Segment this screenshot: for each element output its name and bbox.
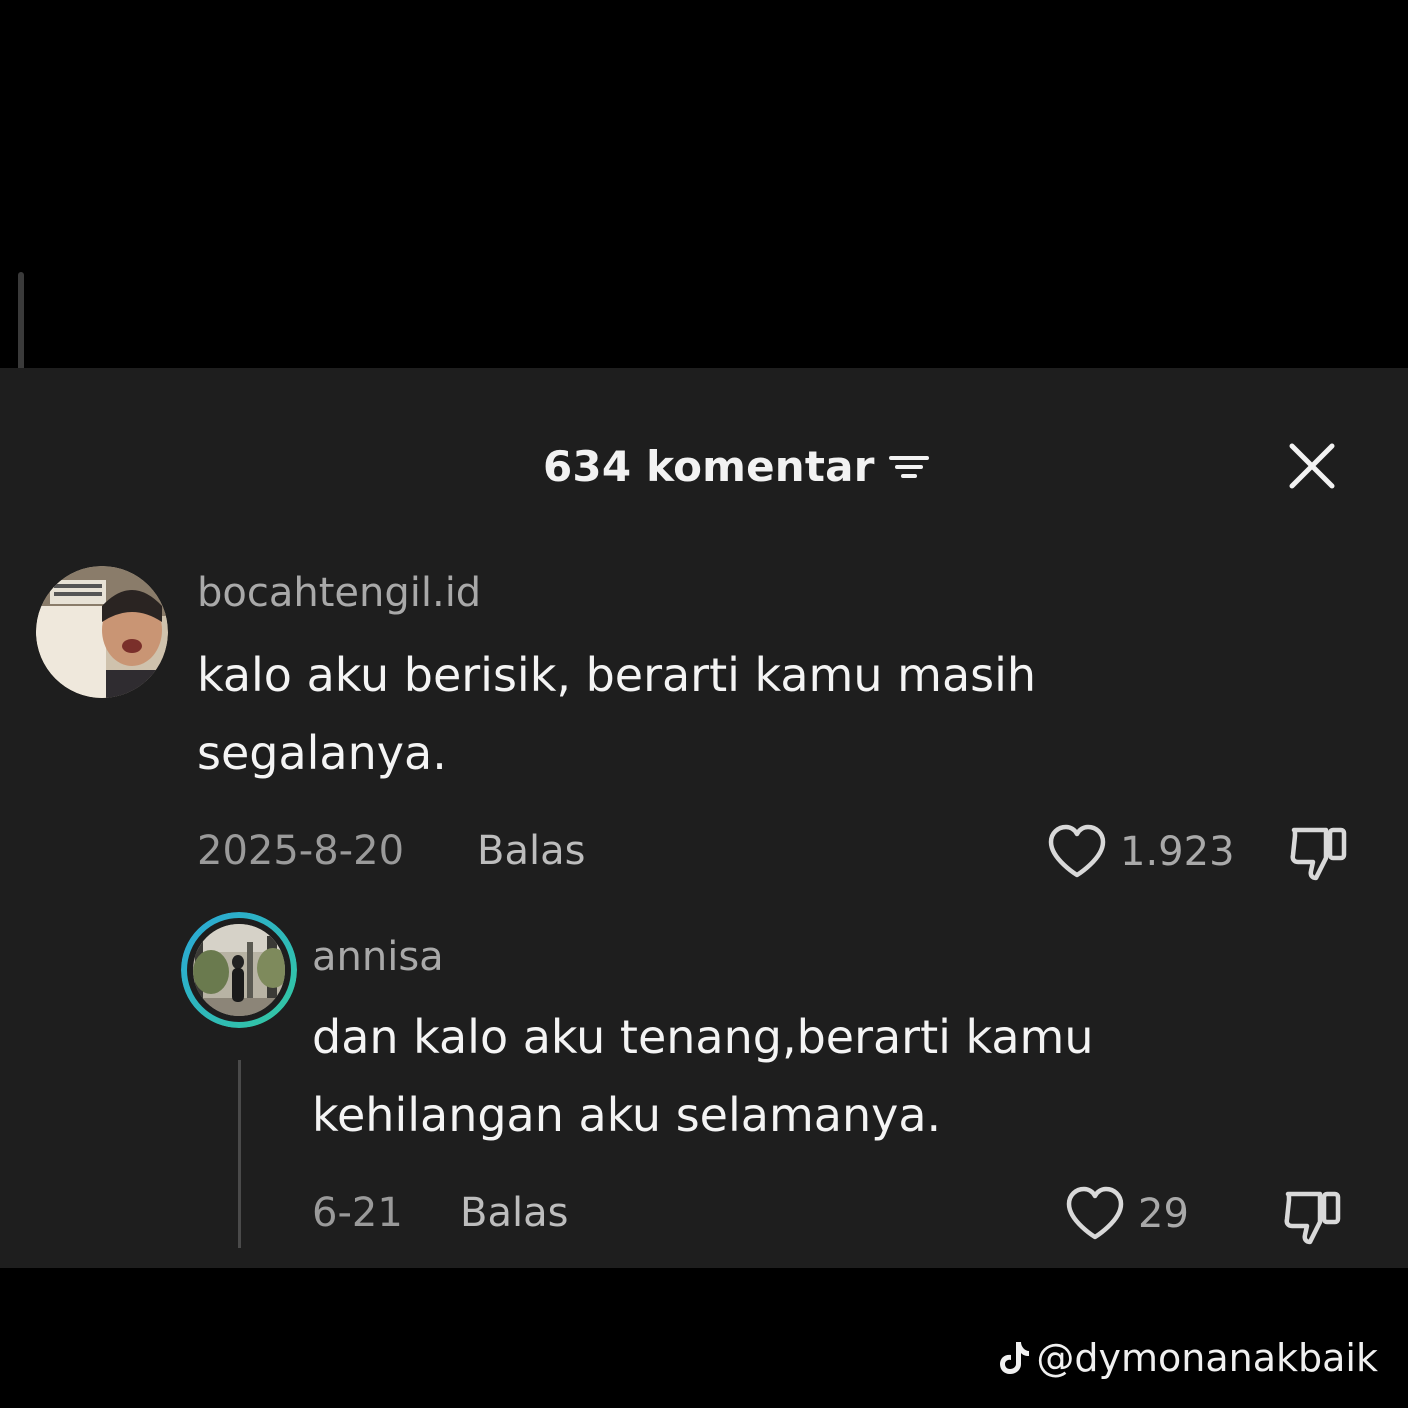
comment-date: 2025-8-20 xyxy=(197,828,405,874)
comment-text-line: segalanya. xyxy=(197,726,447,780)
thumbs-down-icon[interactable] xyxy=(1280,1184,1344,1248)
reply-text-line: dan kalo aku tenang,berarti kamu xyxy=(312,1010,1094,1064)
avatar[interactable] xyxy=(36,566,168,698)
reply-button[interactable]: Balas xyxy=(460,1190,568,1236)
like-button[interactable]: 29 xyxy=(1064,1184,1189,1244)
watermark: @dymonanakbaik xyxy=(998,1330,1378,1386)
reply-text-line: kehilangan aku selamanya. xyxy=(312,1088,942,1142)
like-button[interactable]: 1.923 xyxy=(1046,822,1235,882)
like-count: 1.923 xyxy=(1120,829,1235,875)
like-count: 29 xyxy=(1138,1191,1189,1237)
watermark-handle: @dymonanakbaik xyxy=(1036,1336,1378,1380)
screen: 634 komentar bocahtengil.id kalo aku ber… xyxy=(0,0,1408,1408)
thumbs-down-icon[interactable] xyxy=(1286,820,1350,884)
avatar[interactable] xyxy=(181,912,297,1028)
reply-username[interactable]: annisa xyxy=(312,934,444,980)
reply-thread-line xyxy=(238,1060,241,1248)
reply-text: dan kalo aku tenang,berarti kamu kehilan… xyxy=(312,998,1094,1154)
comment-count-title: 634 komentar xyxy=(543,441,875,491)
heart-icon xyxy=(1066,1186,1124,1240)
reply-date: 6-21 xyxy=(312,1190,403,1236)
heart-icon xyxy=(1048,824,1106,878)
comment-text-line: kalo aku berisik, berarti kamu masih xyxy=(197,648,1037,702)
tiktok-icon xyxy=(1000,1342,1030,1374)
comment-count-sort[interactable]: 634 komentar xyxy=(543,436,931,496)
comments-header: 634 komentar xyxy=(0,436,1408,496)
reply-button[interactable]: Balas xyxy=(477,828,585,874)
close-icon[interactable] xyxy=(1286,440,1338,492)
comment-text: kalo aku berisik, berarti kamu masih seg… xyxy=(197,636,1036,792)
comment-username[interactable]: bocahtengil.id xyxy=(197,570,481,616)
filter-icon[interactable] xyxy=(887,448,931,484)
